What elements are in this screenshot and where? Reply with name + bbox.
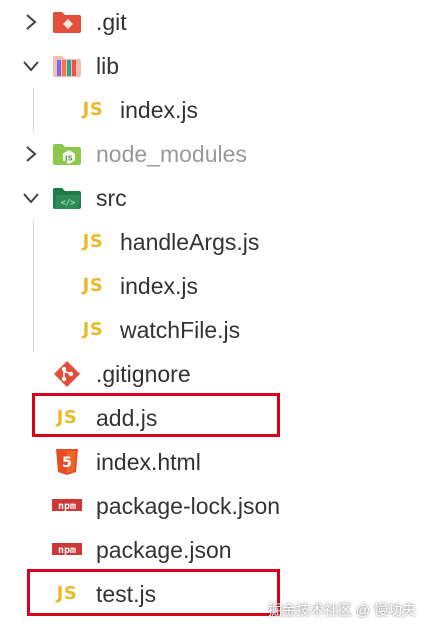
git-folder-icon: [52, 8, 82, 36]
tree-row-src-handleargs-js[interactable]: JS handleArgs.js: [0, 220, 428, 264]
tree-row-label: src: [96, 185, 127, 211]
tree-row-lib-index-js[interactable]: JS index.js: [0, 88, 428, 132]
chevron-down-icon[interactable]: [20, 187, 42, 209]
npm-badge-text: npm: [58, 545, 76, 556]
npm-icon: npm: [52, 492, 82, 520]
tree-row-label: node_modules: [96, 141, 247, 167]
js-file-icon: JS: [82, 99, 104, 120]
html5-badge-text: 5: [62, 455, 72, 471]
indent-guide: [33, 264, 34, 308]
tree-row-label: test.js: [96, 581, 157, 607]
lib-folder-icon: [52, 52, 82, 80]
tree-row-src-folder[interactable]: </> src: [0, 176, 428, 220]
tree-row-src-index-js[interactable]: JS index.js: [0, 264, 428, 308]
tree-row-package-lock-json[interactable]: npm package-lock.json: [0, 484, 428, 528]
tree-row-label: .git: [96, 9, 127, 35]
tree-row-label: handleArgs.js: [120, 229, 260, 255]
tree-row-label: index.html: [96, 449, 201, 475]
svg-text:</>: </>: [61, 198, 76, 207]
svg-text:JS: JS: [64, 155, 73, 163]
js-file-icon: JS: [56, 407, 78, 428]
tree-row-label: index.js: [120, 97, 198, 123]
tree-row-gitignore[interactable]: .gitignore: [0, 352, 428, 396]
chevron-down-icon[interactable]: [20, 55, 42, 77]
js-file-icon: JS: [56, 583, 78, 604]
npm-icon: npm: [52, 536, 82, 564]
chevron-right-icon[interactable]: [20, 143, 42, 165]
tree-row-label: package-lock.json: [96, 493, 281, 519]
chevron-right-icon[interactable]: [20, 11, 42, 33]
watermark: 掘金技术社区 @ 慢功夫: [268, 602, 416, 618]
tree-row-add-js[interactable]: JS add.js: [0, 396, 428, 440]
tree-row-package-json[interactable]: npm package.json: [0, 528, 428, 572]
tree-row-git-folder[interactable]: .git: [0, 0, 428, 44]
node-folder-icon: JS: [52, 140, 82, 168]
tree-row-label: add.js: [96, 405, 158, 431]
src-folder-icon: </>: [52, 184, 82, 212]
tree-row-label: lib: [96, 53, 120, 79]
tree-row-label: index.js: [120, 273, 198, 299]
tree-row-lib-folder[interactable]: lib: [0, 44, 428, 88]
npm-badge-text: npm: [58, 501, 76, 512]
git-diamond-icon: [52, 360, 82, 388]
indent-guide: [33, 308, 34, 352]
tree-row-label: package.json: [96, 537, 232, 563]
js-file-icon: JS: [82, 275, 104, 296]
tree-row-label: watchFile.js: [120, 317, 241, 343]
tree-row-src-watchfile-js[interactable]: JS watchFile.js: [0, 308, 428, 352]
html5-icon: 5: [52, 448, 82, 476]
file-explorer-tree: .git lib JS index.js JS node_modules </>…: [0, 0, 428, 632]
tree-row-index-html[interactable]: 5 index.html: [0, 440, 428, 484]
js-file-icon: JS: [82, 231, 104, 252]
js-file-icon: JS: [82, 319, 104, 340]
indent-guide: [33, 88, 34, 132]
indent-guide: [33, 220, 34, 264]
tree-row-label: .gitignore: [96, 361, 191, 387]
tree-row-node-modules-folder[interactable]: JS node_modules: [0, 132, 428, 176]
